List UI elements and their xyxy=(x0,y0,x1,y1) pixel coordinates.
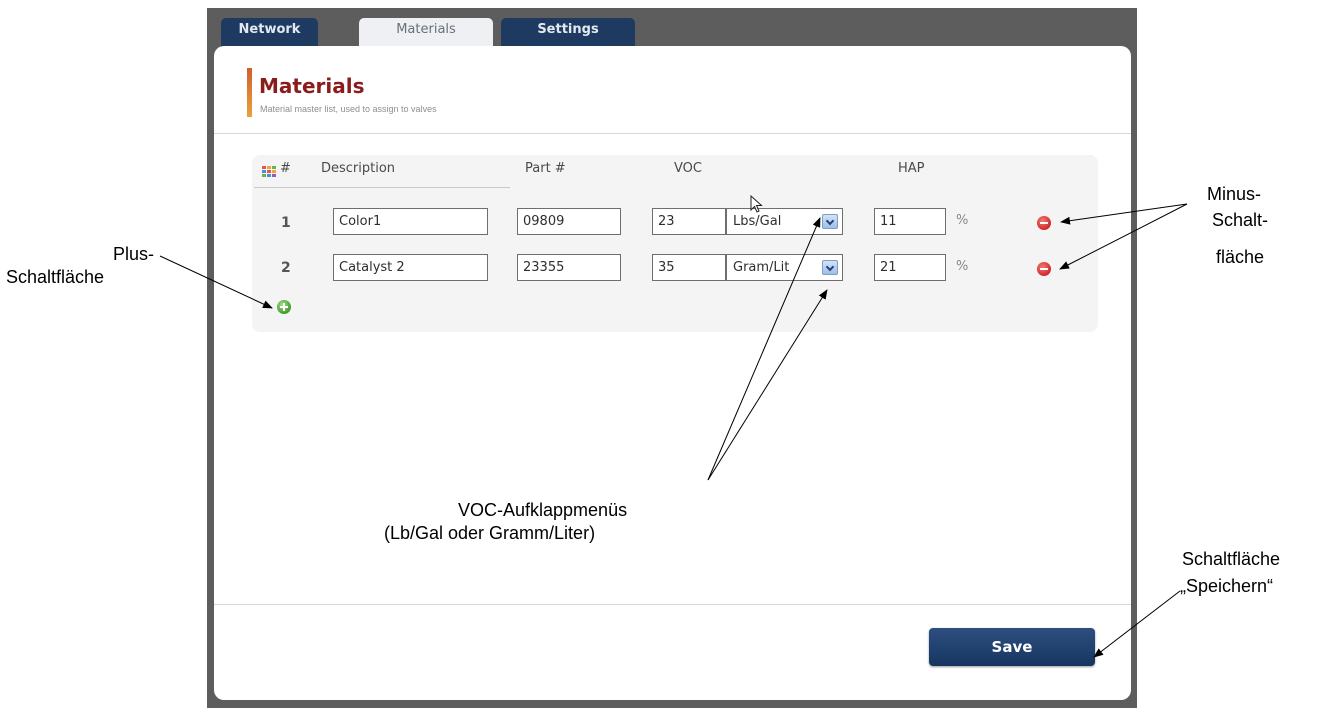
callout-arrows xyxy=(159,203,1188,658)
voc-arrow-line xyxy=(707,289,828,481)
plus-arrow-line xyxy=(159,255,273,309)
save-arrow-line xyxy=(1093,590,1181,658)
voc-arrow-line xyxy=(707,217,821,481)
minus-arrow-line xyxy=(1059,203,1188,270)
minus-arrow-line xyxy=(1060,203,1188,225)
